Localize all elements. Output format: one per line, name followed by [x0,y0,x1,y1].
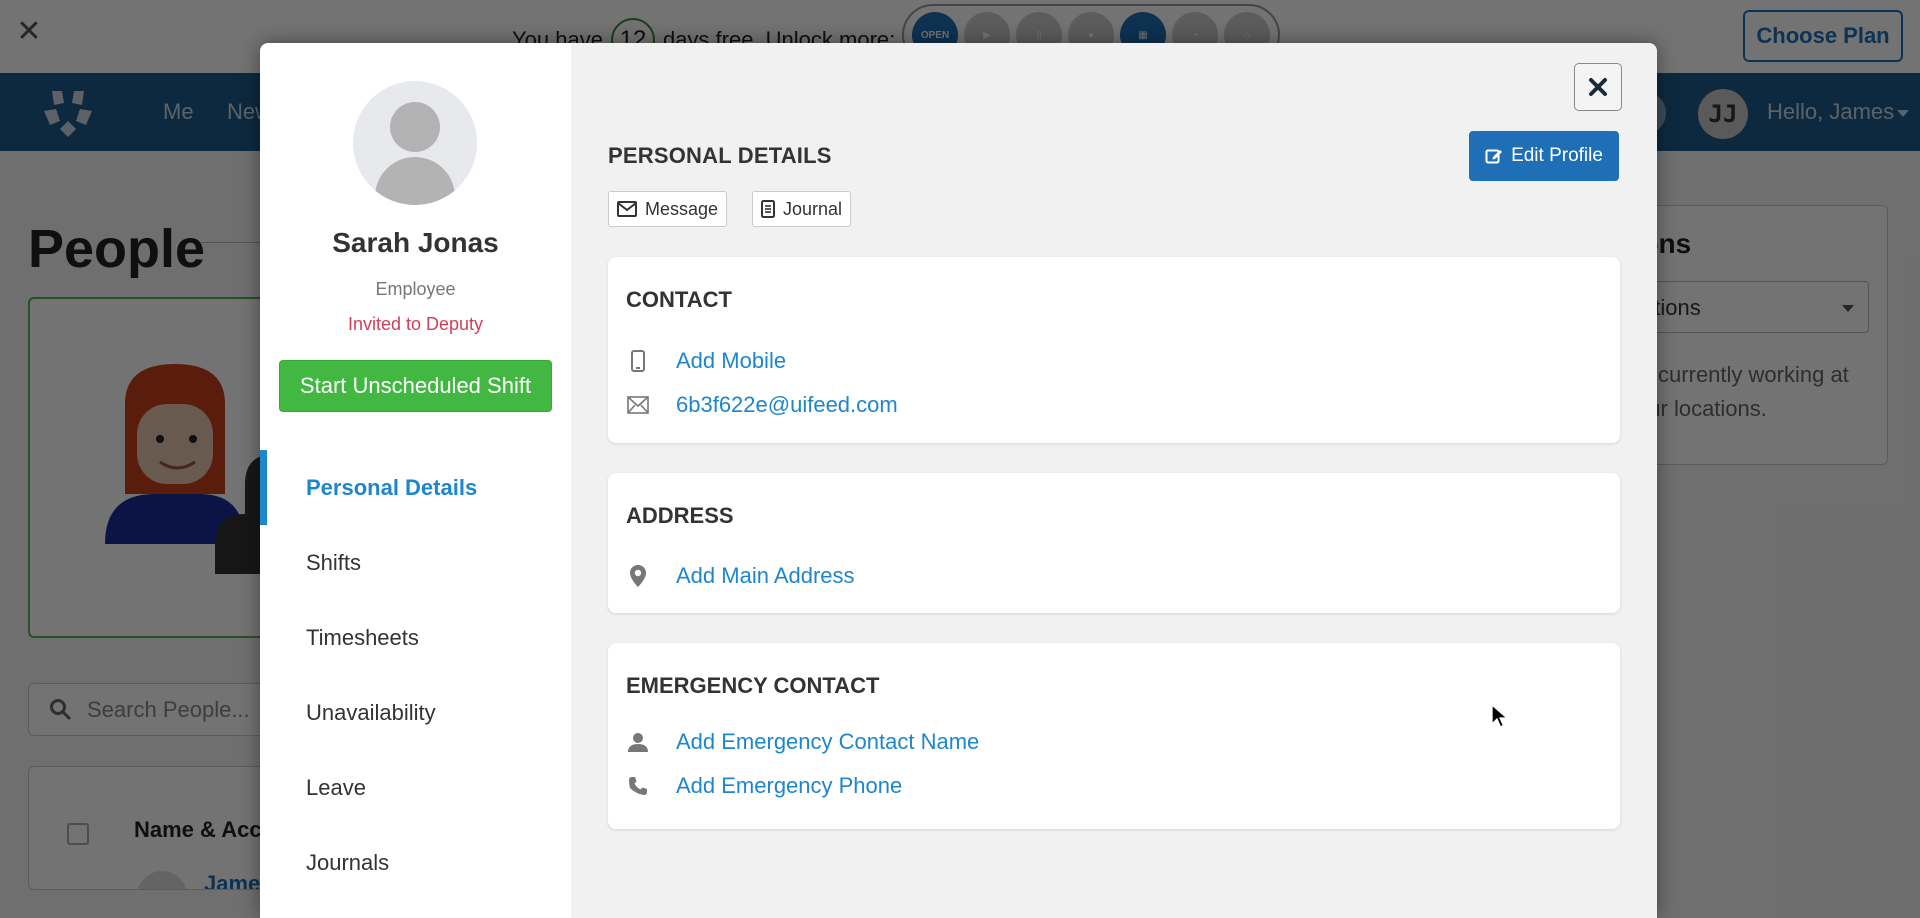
employee-status: Invited to Deputy [347,314,484,334]
email-row: 6b3f622e@uifeed.com [626,392,898,418]
contact-card: CONTACT Add Mobile 6b3f622e@uifeed.com [608,257,1620,443]
profile-content: PERSONAL DETAILS Edit Profile Message Jo… [571,43,1657,918]
mouse-cursor-icon [1491,704,1509,728]
phone-icon [626,774,650,798]
envelope-icon [617,201,637,217]
journal-icon [761,200,775,218]
add-emergency-contact-name-link[interactable]: Add Emergency Contact Name [676,729,979,755]
envelope-icon [626,393,650,417]
user-icon [626,730,650,754]
add-address-row: Add Main Address [626,563,855,589]
address-card: ADDRESS Add Main Address [608,473,1620,613]
mobile-phone-icon [626,349,650,373]
profile-nav: Personal Details Shifts Timesheets Unava… [260,450,571,900]
profile-nav-unavailability[interactable]: Unavailability [260,675,571,750]
message-button[interactable]: Message [608,191,728,227]
profile-nav-shifts[interactable]: Shifts [260,525,571,600]
avatar-head-icon [390,102,440,152]
edit-profile-button[interactable]: Edit Profile [1469,131,1619,181]
email-link[interactable]: 6b3f622e@uifeed.com [676,392,898,418]
close-modal-button[interactable] [1574,63,1622,111]
contact-title: CONTACT [626,287,732,312]
section-title: PERSONAL DETAILS [608,143,832,168]
profile-nav-personal-details[interactable]: Personal Details [260,450,571,525]
profile-nav-leave[interactable]: Leave [260,750,571,825]
employee-name: Sarah Jonas [332,227,499,258]
journal-button[interactable]: Journal [752,191,852,227]
profile-nav-timesheets[interactable]: Timesheets [260,600,571,675]
add-emergency-phone-row: Add Emergency Phone [626,773,902,799]
avatar-body-icon [375,157,455,205]
map-pin-icon [626,564,650,588]
edit-icon [1485,149,1503,164]
add-emergency-name-row: Add Emergency Contact Name [626,729,979,755]
emergency-contact-card: EMERGENCY CONTACT Add Emergency Contact … [608,643,1620,829]
profile-nav-journals[interactable]: Journals [260,825,571,900]
add-mobile-link[interactable]: Add Mobile [676,348,786,374]
add-main-address-link[interactable]: Add Main Address [676,563,855,589]
address-title: ADDRESS [626,503,734,528]
add-mobile-row: Add Mobile [626,348,786,374]
profile-sidebar: Sarah Jonas Employee Invited to Deputy S… [260,43,571,918]
journal-label: Journal [783,198,843,219]
start-unscheduled-shift-button[interactable]: Start Unscheduled Shift [279,360,552,412]
add-emergency-phone-link[interactable]: Add Emergency Phone [676,773,902,799]
profile-avatar[interactable] [353,81,477,205]
emergency-title: EMERGENCY CONTACT [626,673,880,698]
employee-role: Employee [375,279,456,299]
message-label: Message [645,198,719,219]
close-icon [1589,78,1607,96]
employee-profile-modal: Sarah Jonas Employee Invited to Deputy S… [260,43,1657,918]
edit-profile-label: Edit Profile [1511,145,1603,166]
